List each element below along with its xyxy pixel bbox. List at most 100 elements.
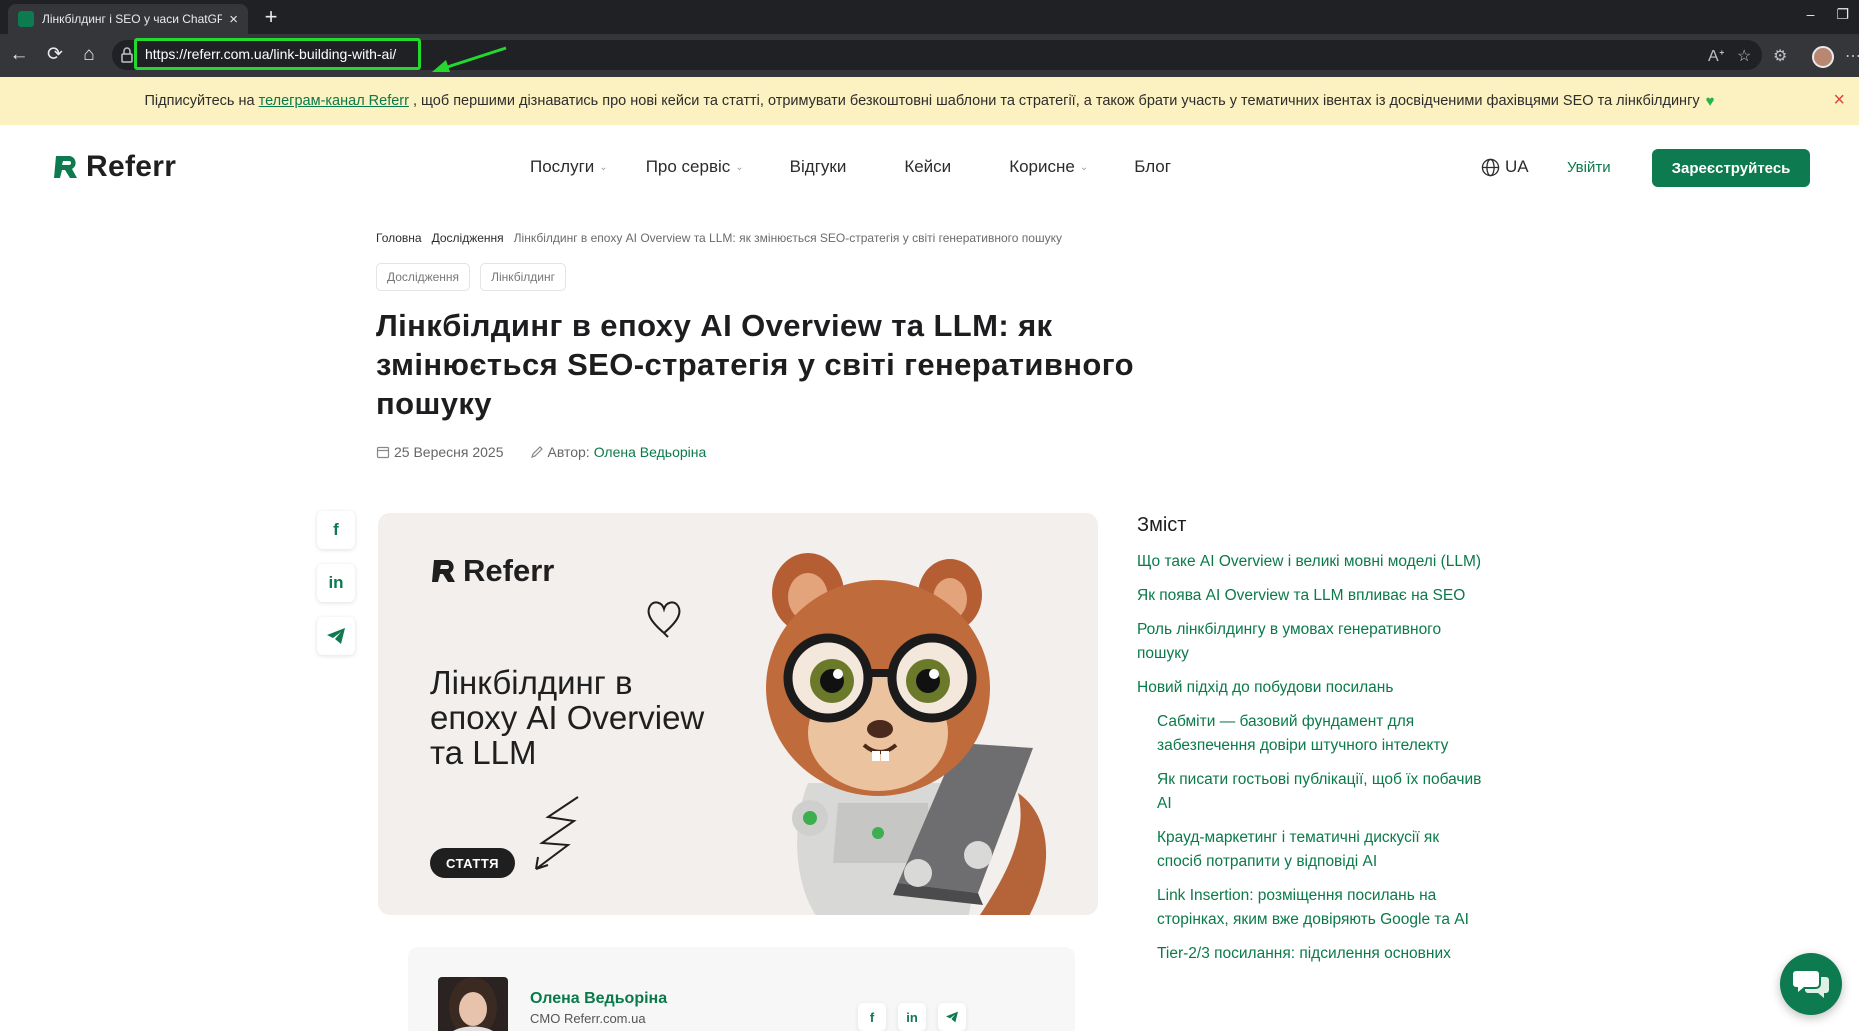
nav-item-about[interactable]: Про сервіс ⌄ <box>646 157 744 177</box>
toc-subitem[interactable]: Сабміти — базовий фундамент для забезпеч… <box>1157 710 1487 758</box>
share-telegram-button[interactable] <box>317 617 355 655</box>
squirrel-mascot-illustration <box>766 553 1047 915</box>
nav-label: Відгуки <box>789 157 847 176</box>
toc-subitem[interactable]: Крауд-маркетинг і тематичні дискусії як … <box>1157 826 1487 874</box>
author-avatar <box>438 977 508 1031</box>
facebook-icon: f <box>333 520 339 539</box>
nav-item-cases[interactable]: Кейси <box>904 157 951 177</box>
nav-label: Блог <box>1134 157 1171 176</box>
profile-avatar[interactable] <box>1812 46 1834 68</box>
author-label: Автор: <box>547 444 590 460</box>
close-announcement-icon[interactable]: × <box>1833 89 1845 112</box>
nav-item-services[interactable]: Послуги ⌄ <box>530 157 608 177</box>
toc-subitem[interactable]: Як писати гостьові публікації, щоб їх по… <box>1157 768 1487 816</box>
author-linkedin-button[interactable]: in <box>898 1003 926 1031</box>
logo-text: Referr <box>86 150 177 183</box>
nav-label: Корисне <box>1009 157 1075 176</box>
globe-icon <box>1481 158 1500 176</box>
telegram-channel-link[interactable]: телеграм-канал Referr <box>259 93 409 109</box>
close-tab-icon[interactable]: × <box>229 11 238 28</box>
new-tab-button[interactable]: + <box>258 4 284 30</box>
hero-title: Лінкбілдинг в епоху AI Overview та LLM <box>430 664 705 771</box>
chevron-down-icon: ⌄ <box>599 161 608 173</box>
author-card-role: CMO Referr.com.ua <box>530 1011 646 1026</box>
tag-linkbuilding[interactable]: Лінкбілдинг <box>480 263 566 291</box>
article-meta: 25 Вересня 2025 Автор: Олена Ведьоріна <box>376 444 706 460</box>
minimize-icon[interactable]: – <box>1807 6 1815 23</box>
announcement-text-after: , щоб першими дізнаватись про нові кейси… <box>412 93 1700 109</box>
lock-icon <box>121 47 133 63</box>
facebook-icon: f <box>869 1009 875 1025</box>
favicon-icon <box>18 11 34 27</box>
home-icon[interactable]: ⌂ <box>76 42 102 68</box>
register-button[interactable]: Зареєструйтесь <box>1652 149 1810 187</box>
extensions-icon[interactable]: ⚙ <box>1773 46 1787 66</box>
site-logo[interactable]: Referr <box>52 150 176 184</box>
announcement-text-before: Підписуйтесь на <box>144 93 255 109</box>
nav-label: Кейси <box>904 157 952 176</box>
restore-icon[interactable]: ❐ <box>1836 6 1849 23</box>
toc-subitem[interactable]: Link Insertion: розміщення посилань на с… <box>1157 884 1487 932</box>
hero-logo: Referr <box>430 553 554 589</box>
read-aloud-icon[interactable]: Aᐩ <box>1708 46 1725 66</box>
telegram-icon <box>327 628 345 644</box>
author-facebook-button[interactable]: f <box>858 1003 886 1031</box>
favorite-star-icon[interactable]: ☆ <box>1737 46 1751 66</box>
back-icon[interactable]: ← <box>6 42 32 68</box>
publish-date: 25 Вересня 2025 <box>394 444 504 460</box>
linkedin-icon: in <box>906 1009 918 1025</box>
referr-logo-icon <box>54 156 77 178</box>
browser-tab-strip: Лінкбілдинг і SEO у часи ChatGPT × + – ❐ <box>0 0 1859 34</box>
hero-logo-text: Referr <box>463 553 555 588</box>
language-switcher[interactable]: UA <box>1481 157 1529 177</box>
author-portrait-image <box>449 977 497 1031</box>
author-card-name[interactable]: Олена Ведьоріна <box>530 990 667 1008</box>
table-of-contents: Що таке AI Overview і великі мовні модел… <box>1137 550 1487 976</box>
language-label: UA <box>1505 157 1529 176</box>
menu-dots-icon[interactable]: ⋯ <box>1845 46 1859 66</box>
toc-item[interactable]: Як поява AI Overview та LLM впливає на S… <box>1137 584 1487 608</box>
breadcrumb-research[interactable]: Дослідження <box>432 231 504 245</box>
browser-tab[interactable]: Лінкбілдинг і SEO у часи ChatGPT × <box>8 4 248 34</box>
breadcrumb-home[interactable]: Головна <box>376 231 422 245</box>
url-text: https://referr.com.ua/link-building-with… <box>145 46 397 62</box>
share-linkedin-button[interactable]: in <box>317 564 355 602</box>
heart-doodle-icon <box>647 601 681 638</box>
squiggle-arrow-icon <box>535 796 579 870</box>
tag-research[interactable]: Дослідження <box>376 263 471 291</box>
chat-bubbles-icon <box>1793 971 1829 998</box>
nav-item-reviews[interactable]: Відгуки <box>790 157 847 177</box>
green-heart-icon: ♥ <box>1705 92 1715 110</box>
telegram-icon <box>946 1011 958 1023</box>
main-navigation: Послуги ⌄ Про сервіс ⌄ Відгуки Кейси Корис… <box>530 157 1171 177</box>
share-facebook-button[interactable]: f <box>317 511 355 549</box>
nav-label: Послуги <box>530 157 595 176</box>
announcement-bar: Підписуйтесь на телеграм-канал Referr , … <box>0 77 1859 125</box>
calendar-icon <box>376 446 390 459</box>
chevron-down-icon: ⌄ <box>1079 161 1089 173</box>
hero-image: Referr Лінкбілдинг в епоху AI Overview т… <box>378 513 1098 915</box>
breadcrumb-current: Лінкбілдинг в епоху AI Overview та LLM: … <box>513 231 1062 245</box>
author-card: Олена Ведьоріна CMO Referr.com.ua f in <box>408 947 1075 1031</box>
annotation-arrow-icon <box>432 46 507 72</box>
reload-icon[interactable]: ⟳ <box>42 42 68 68</box>
toc-item[interactable]: Роль лінкбілдингу в умовах генеративного… <box>1137 618 1487 666</box>
toc-subitem[interactable]: Tier-2/3 посилання: підсилення основних <box>1157 942 1487 966</box>
author-telegram-button[interactable] <box>938 1003 966 1031</box>
toc-title: Зміст <box>1137 514 1187 536</box>
login-link[interactable]: Увійти <box>1567 159 1611 176</box>
pencil-icon <box>530 446 543 458</box>
toc-item[interactable]: Що таке AI Overview і великі мовні модел… <box>1137 550 1487 574</box>
toc-item[interactable]: Новий підхід до побудови посилань <box>1137 676 1487 700</box>
article-title: Лінкбілдинг в епоху AI Overview та LLM: … <box>376 308 1134 421</box>
chevron-down-icon: ⌄ <box>735 161 744 173</box>
article-badge: СТАТТЯ <box>430 848 515 878</box>
author-link[interactable]: Олена Ведьоріна <box>594 444 707 460</box>
url-highlight-box[interactable]: https://referr.com.ua/link-building-with… <box>134 38 421 70</box>
nav-item-useful[interactable]: Корисне ⌄ <box>1009 157 1088 177</box>
nav-label: Про сервіс <box>645 157 731 176</box>
chat-widget-button[interactable] <box>1780 953 1842 1015</box>
linkedin-icon: in <box>328 573 344 592</box>
breadcrumb: Головна Дослідження Лінкбілдинг в епоху … <box>376 231 1062 245</box>
nav-item-blog[interactable]: Блог <box>1134 157 1171 177</box>
